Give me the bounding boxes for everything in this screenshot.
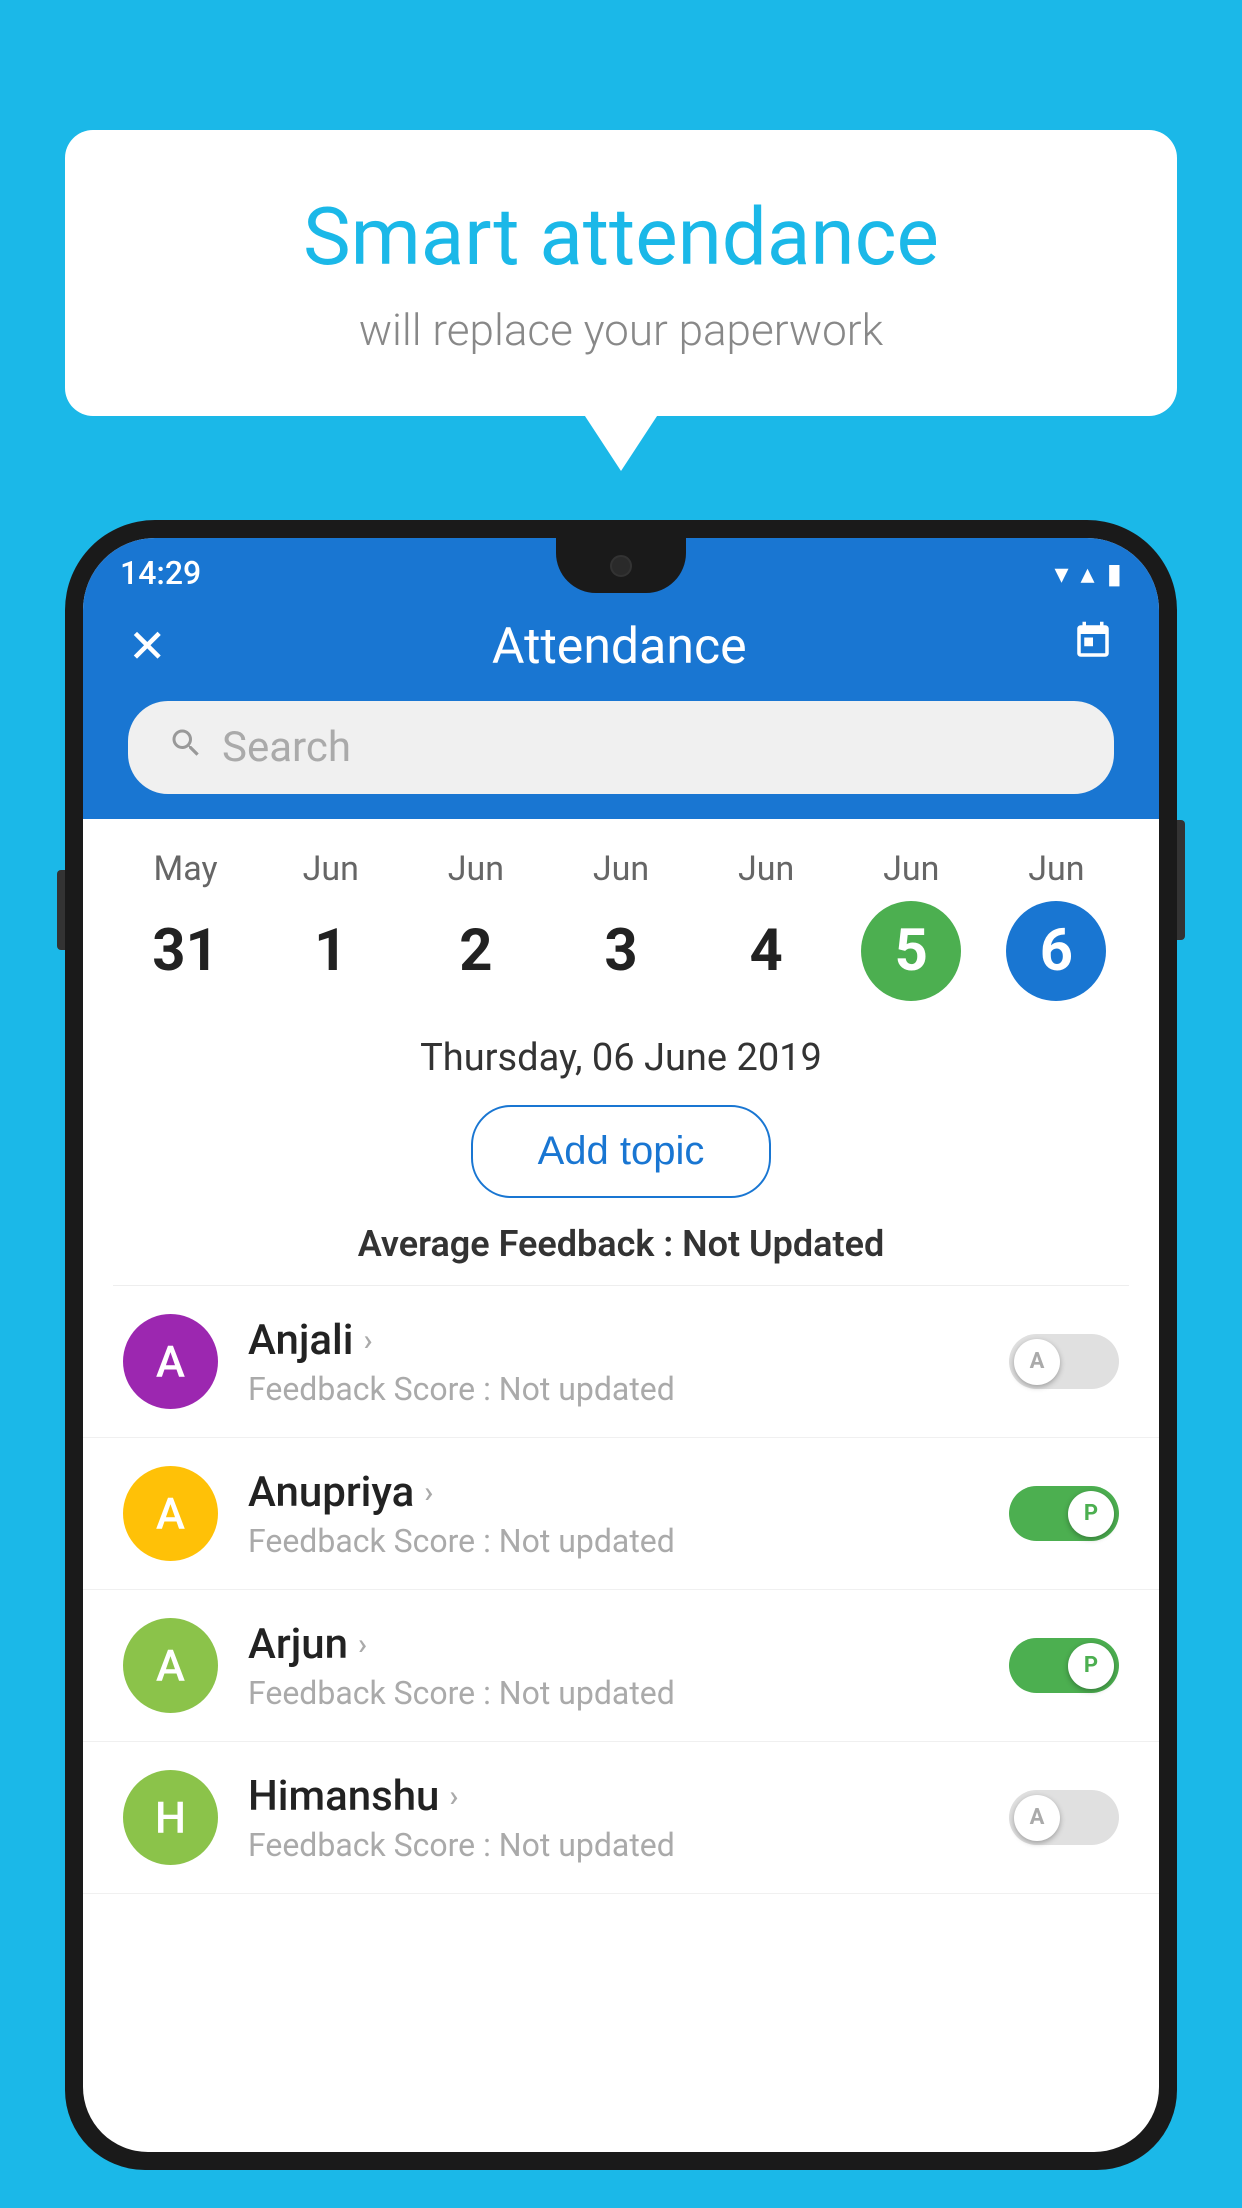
cal-date-number: 6: [1006, 901, 1106, 1001]
attendance-toggle[interactable]: P: [1009, 1638, 1119, 1693]
calendar-strip: May 31 Jun 1 Jun 2 Jun 3 Jun 4 Jun 5 Jun 6: [83, 819, 1159, 1011]
student-name[interactable]: Arjun ›: [248, 1620, 979, 1669]
cal-date-number: 2: [426, 901, 526, 1001]
toggle-container[interactable]: P: [1009, 1638, 1119, 1693]
chevron-right-icon: ›: [363, 1323, 372, 1358]
calendar-day[interactable]: Jun 3: [561, 849, 681, 1001]
chevron-right-icon: ›: [358, 1627, 367, 1662]
power-button: [1177, 820, 1185, 940]
search-bar-container: Search: [83, 683, 1159, 819]
phone-screen: ✕ Attendance Search: [83, 538, 1159, 2152]
cal-date-number: 5: [861, 901, 961, 1001]
attendance-toggle[interactable]: A: [1009, 1790, 1119, 1845]
avg-feedback-value: Not Updated: [682, 1223, 884, 1265]
cal-date-number: 31: [136, 901, 236, 1001]
cal-month-label: Jun: [1028, 849, 1084, 889]
search-icon: [168, 725, 204, 771]
student-list: AAnjali ›Feedback Score : Not updatedAAA…: [83, 1286, 1159, 1894]
toggle-knob: A: [1014, 1795, 1060, 1841]
search-placeholder: Search: [222, 723, 351, 772]
phone-frame: 14:29 ▾ ▴ ▮ ✕ Attendance: [65, 520, 1177, 2208]
speech-bubble-container: Smart attendance will replace your paper…: [65, 130, 1177, 416]
signal-icon: ▴: [1081, 557, 1095, 590]
student-feedback: Feedback Score : Not updated: [248, 1522, 979, 1560]
calendar-icon[interactable]: [1072, 620, 1114, 673]
calendar-day[interactable]: Jun 5: [851, 849, 971, 1001]
cal-month-label: Jun: [303, 849, 359, 889]
front-camera: [610, 555, 632, 577]
toggle-container[interactable]: A: [1009, 1334, 1119, 1389]
phone-outer: 14:29 ▾ ▴ ▮ ✕ Attendance: [65, 520, 1177, 2170]
avatar: H: [123, 1770, 218, 1865]
cal-month-label: May: [154, 849, 218, 889]
toggle-knob: P: [1068, 1491, 1114, 1537]
cal-month-label: Jun: [883, 849, 939, 889]
chevron-right-icon: ›: [449, 1779, 458, 1814]
chevron-right-icon: ›: [424, 1475, 433, 1510]
close-button[interactable]: ✕: [128, 619, 167, 674]
calendar-day[interactable]: Jun 4: [706, 849, 826, 1001]
student-info: Himanshu › Feedback Score : Not updated: [248, 1772, 979, 1864]
status-time: 14:29: [120, 554, 201, 592]
student-info: Arjun › Feedback Score : Not updated: [248, 1620, 979, 1712]
add-topic-container: Add topic: [83, 1095, 1159, 1223]
student-name[interactable]: Himanshu ›: [248, 1772, 979, 1821]
student-name[interactable]: Anjali ›: [248, 1316, 979, 1365]
avatar: A: [123, 1314, 218, 1409]
cal-date-number: 1: [281, 901, 381, 1001]
avg-feedback-label: Average Feedback :: [358, 1223, 682, 1265]
battery-icon: ▮: [1107, 557, 1122, 590]
add-topic-button[interactable]: Add topic: [471, 1105, 772, 1198]
student-feedback: Feedback Score : Not updated: [248, 1674, 979, 1712]
cal-month-label: Jun: [448, 849, 504, 889]
average-feedback: Average Feedback : Not Updated: [83, 1223, 1159, 1285]
cal-month-label: Jun: [593, 849, 649, 889]
bubble-title: Smart attendance: [145, 190, 1097, 284]
student-feedback: Feedback Score : Not updated: [248, 1370, 979, 1408]
student-item: A Arjun › Feedback Score : Not updated P: [83, 1590, 1159, 1742]
wifi-icon: ▾: [1054, 557, 1068, 590]
selected-date-label: Thursday, 06 June 2019: [83, 1011, 1159, 1095]
bubble-subtitle: will replace your paperwork: [145, 304, 1097, 356]
calendar-day[interactable]: May 31: [126, 849, 246, 1001]
avatar: A: [123, 1618, 218, 1713]
student-name[interactable]: Anupriya ›: [248, 1468, 979, 1517]
student-item: A Anjali › Feedback Score : Not updated A: [83, 1286, 1159, 1438]
student-info: Anjali › Feedback Score : Not updated: [248, 1316, 979, 1408]
student-item: A Anupriya › Feedback Score : Not updated P: [83, 1438, 1159, 1590]
app-title: Attendance: [492, 618, 747, 676]
avatar: A: [123, 1466, 218, 1561]
volume-button: [57, 870, 65, 950]
student-item: H Himanshu › Feedback Score : Not updated A: [83, 1742, 1159, 1894]
calendar-day[interactable]: Jun 1: [271, 849, 391, 1001]
search-bar[interactable]: Search: [128, 701, 1114, 794]
cal-date-number: 4: [716, 901, 816, 1001]
calendar-day[interactable]: Jun 6: [996, 849, 1116, 1001]
speech-bubble: Smart attendance will replace your paper…: [65, 130, 1177, 416]
cal-date-number: 3: [571, 901, 671, 1001]
toggle-knob: A: [1014, 1339, 1060, 1385]
toggle-container[interactable]: A: [1009, 1790, 1119, 1845]
cal-month-label: Jun: [738, 849, 794, 889]
status-icons: ▾ ▴ ▮: [1054, 557, 1122, 590]
student-feedback: Feedback Score : Not updated: [248, 1826, 979, 1864]
calendar-day[interactable]: Jun 2: [416, 849, 536, 1001]
phone-notch: [556, 538, 686, 593]
student-info: Anupriya › Feedback Score : Not updated: [248, 1468, 979, 1560]
toggle-container[interactable]: P: [1009, 1486, 1119, 1541]
toggle-knob: P: [1068, 1643, 1114, 1689]
attendance-toggle[interactable]: P: [1009, 1486, 1119, 1541]
attendance-toggle[interactable]: A: [1009, 1334, 1119, 1389]
